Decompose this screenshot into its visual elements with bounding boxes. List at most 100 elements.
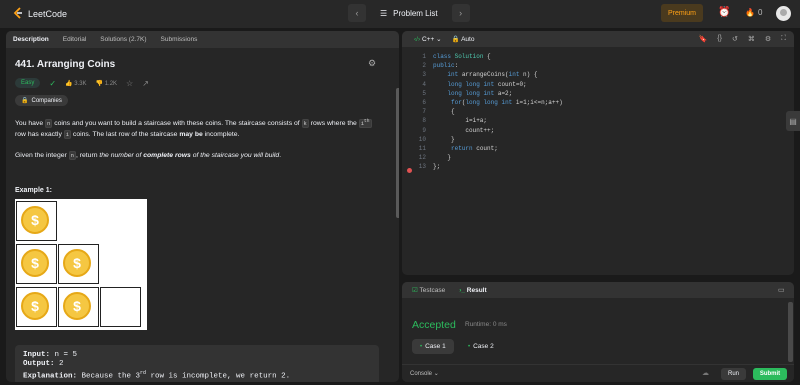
lock-icon: 🔒 bbox=[451, 36, 460, 43]
thumbs-down-icon: 👎 bbox=[95, 80, 104, 87]
text-run: Given the integer bbox=[15, 151, 69, 159]
explanation-text: row is incomplete, we return 2. bbox=[146, 372, 291, 381]
line-text: return count; bbox=[451, 144, 498, 152]
output-value: 2 bbox=[54, 360, 64, 368]
inline-code: i bbox=[63, 129, 72, 139]
line-text: class Solution { bbox=[433, 53, 491, 60]
code-line: 8 i=i+a; bbox=[402, 117, 794, 126]
run-button[interactable]: Run bbox=[721, 368, 746, 380]
line-number: 8 bbox=[422, 117, 426, 125]
line-number: 9 bbox=[422, 126, 426, 134]
text-run: You have bbox=[15, 119, 45, 127]
line-text: { bbox=[433, 108, 455, 116]
tab-testcase[interactable]: ☑ Testcase bbox=[412, 286, 445, 294]
tab-submissions[interactable]: Submissions bbox=[161, 36, 198, 43]
dislike-button[interactable]: 👎 1.2K bbox=[96, 80, 118, 87]
avatar[interactable] bbox=[776, 6, 791, 21]
code-line: 7 { bbox=[402, 108, 794, 117]
streak-counter[interactable]: 🔥 0 bbox=[745, 8, 762, 17]
example-title: Example 1: bbox=[15, 186, 52, 194]
chevron-down-icon: ⌄ bbox=[436, 36, 442, 43]
console-toggle[interactable]: Console ⌄ bbox=[410, 370, 439, 377]
line-text: public: bbox=[433, 62, 459, 70]
line-number: 4 bbox=[422, 80, 426, 88]
top-navbar: LeetCode ‹ ☰ Problem List › Premium ⏰ 🔥 0 bbox=[0, 0, 800, 28]
code-line: 6 for(long long int i=1;i<=n;a++) bbox=[402, 99, 794, 108]
like-count: 3.3K bbox=[74, 80, 87, 87]
companies-tag[interactable]: 🔒 Companies bbox=[15, 95, 68, 106]
code-area[interactable]: 1 class Solution {2 public: 3 int arrangeCo… bbox=[402, 53, 794, 172]
problem-title: 441. Arranging Coins bbox=[15, 59, 116, 70]
alarm-icon[interactable]: ⏰ bbox=[718, 7, 730, 18]
results-scrollbar[interactable] bbox=[788, 302, 793, 362]
fullscreen-icon[interactable]: ⛶ bbox=[781, 35, 786, 43]
tab-description[interactable]: Description bbox=[13, 36, 49, 43]
share-icon[interactable]: ↗ bbox=[142, 79, 149, 88]
line-text: i=i+a; bbox=[433, 117, 488, 125]
collapse-icon[interactable]: ▭ bbox=[778, 286, 785, 294]
leetcode-logo-icon bbox=[13, 7, 22, 19]
leetcode-logo[interactable]: LeetCode bbox=[12, 7, 67, 20]
italic-text: of the staircase you will build bbox=[190, 151, 280, 159]
fire-icon: 🔥 bbox=[745, 8, 755, 17]
settings-gear-icon[interactable]: ⚙ bbox=[368, 58, 376, 69]
code-line: 13}; bbox=[402, 163, 794, 172]
inline-code: n bbox=[68, 150, 76, 160]
breakpoint-marker[interactable] bbox=[407, 168, 412, 173]
next-problem-button[interactable]: › bbox=[451, 4, 470, 22]
shortcut-icon[interactable]: ⌘ bbox=[748, 35, 755, 43]
text-run: rows where the bbox=[308, 119, 359, 127]
problem-description: 441. Arranging Coins ⚙ Easy ✓ 👍 3.3K 👎 1… bbox=[6, 48, 399, 330]
explanation-label: Explanation: bbox=[23, 372, 78, 381]
line-number: 1 bbox=[422, 53, 426, 60]
difficulty-badge: Easy bbox=[15, 78, 41, 88]
case-1-button[interactable]: • Case 1 bbox=[412, 339, 454, 354]
notes-icon[interactable]: ▤ bbox=[786, 111, 800, 131]
mode-select[interactable]: 🔒 Auto bbox=[452, 35, 475, 43]
line-text: int arrangeCoins(int n) { bbox=[447, 71, 538, 79]
coin-icon: $ bbox=[21, 205, 49, 234]
text-run: incomplete. bbox=[202, 130, 240, 138]
tab-solutions[interactable]: Solutions (2.7K) bbox=[100, 36, 146, 43]
chevron-left-icon: ‹ bbox=[355, 8, 359, 18]
bookmark-icon[interactable]: 🔖 bbox=[699, 35, 708, 43]
language-select[interactable]: ‹/› C++ ⌄ bbox=[414, 35, 442, 43]
coin-cell: $ bbox=[16, 243, 57, 284]
pass-dot-icon: • bbox=[468, 343, 471, 350]
pass-dot-icon: • bbox=[420, 343, 423, 350]
settings-icon[interactable]: ⚙ bbox=[765, 35, 771, 43]
like-button[interactable]: 👍 3.3K bbox=[65, 80, 87, 87]
tab-editorial[interactable]: Editorial bbox=[63, 36, 86, 43]
braces-icon[interactable]: {} bbox=[717, 35, 722, 43]
results-panel: ☑ Testcase ›_ Result ▭ Accepted Runtime:… bbox=[402, 282, 794, 382]
line-text: long long int a=2; bbox=[447, 89, 513, 97]
coin-cell: $ bbox=[58, 243, 99, 284]
tab-result[interactable]: ›_ Result bbox=[459, 287, 486, 294]
submit-button[interactable]: Submit bbox=[753, 368, 787, 380]
line-number: 2 bbox=[422, 62, 426, 70]
coin-cell: $ bbox=[58, 286, 99, 327]
problem-list-button[interactable]: ☰ Problem List bbox=[372, 9, 446, 18]
description-scrollbar[interactable] bbox=[396, 88, 399, 218]
coin-icon: $ bbox=[21, 291, 49, 320]
output-label: Output: bbox=[23, 360, 55, 368]
line-number: 10 bbox=[418, 135, 426, 143]
example-explanation: Explanation: Because the 3rd row is inco… bbox=[23, 369, 371, 382]
tab-label: Result bbox=[466, 286, 487, 294]
star-icon[interactable]: ☆ bbox=[126, 79, 133, 88]
chevron-right-icon: › bbox=[459, 8, 463, 18]
reset-icon[interactable]: ↺ bbox=[732, 35, 738, 43]
example-box: Input: n = 5 Output: 2 Explanation: Beca… bbox=[15, 345, 379, 382]
prev-problem-button[interactable]: ‹ bbox=[348, 4, 366, 22]
line-text: for(long long int i=1;i<=n;a++) bbox=[451, 98, 563, 106]
line-text: } bbox=[433, 135, 455, 143]
text-run: coins and you want to build a staircase … bbox=[52, 119, 302, 127]
code-line: 5 long long int a=2; bbox=[402, 90, 794, 99]
streak-count: 0 bbox=[757, 8, 763, 17]
cloud-icon[interactable]: ☁ bbox=[702, 369, 709, 377]
code-icon: ‹/› bbox=[414, 36, 421, 43]
explanation-text: Because the 3 bbox=[77, 372, 141, 381]
code-line: 11 return count; bbox=[402, 145, 794, 154]
premium-button[interactable]: Premium bbox=[661, 4, 703, 22]
case-2-button[interactable]: • Case 2 bbox=[460, 339, 502, 354]
